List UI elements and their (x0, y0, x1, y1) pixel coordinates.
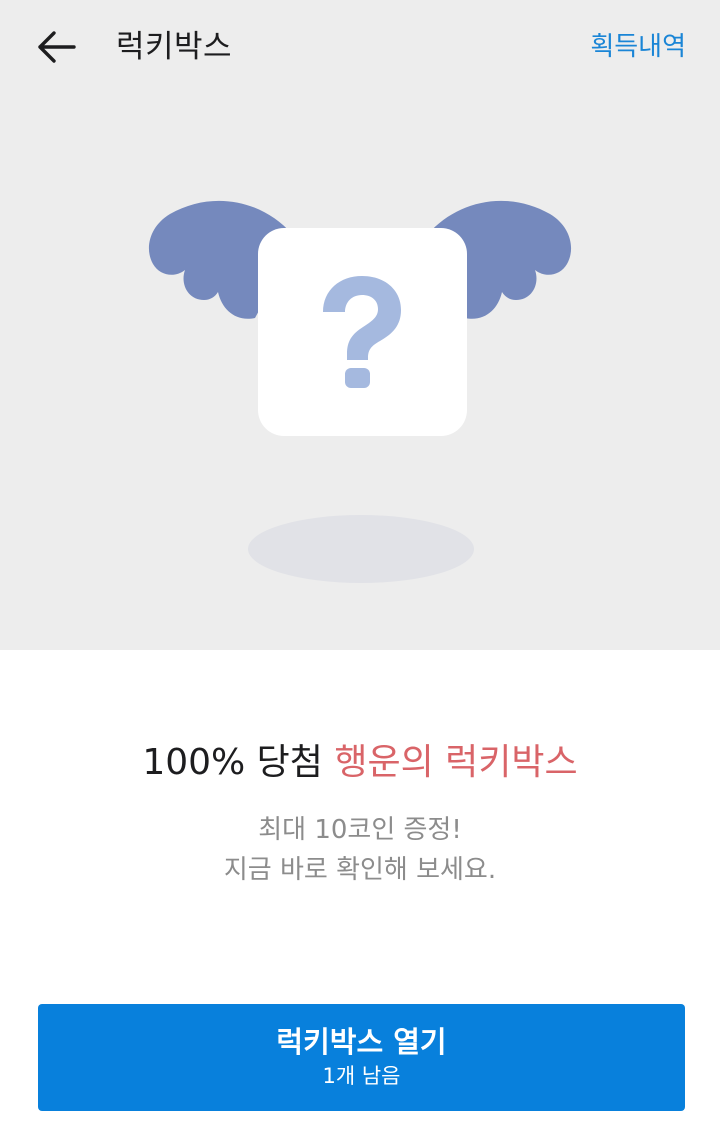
open-button-label: 럭키박스 열기 (276, 1025, 447, 1059)
subtext-line-2: 지금 바로 확인해 보세요. (223, 855, 497, 885)
top-bar: 럭키박스 획득내역 (0, 0, 720, 96)
promo-section: 100% 당첨 행운의 럭키박스 최대 10코인 증정! 지금 바로 확인해 보… (0, 650, 720, 1123)
lucky-box-screen: 럭키박스 획득내역 100% 당첨 행운의 럭키박스 최대 10코인 증정! 지… (0, 0, 720, 1123)
promo-subtext: 최대 10코인 증정! 지금 바로 확인해 보세요. (0, 810, 720, 890)
headline-highlight: 행운의 럭키박스 (334, 742, 578, 783)
promo-headline: 100% 당첨 행운의 럭키박스 (0, 740, 720, 786)
open-lucky-box-button[interactable]: 럭키박스 열기 1개 남음 (38, 1004, 685, 1111)
page-title: 럭키박스 (116, 29, 233, 65)
headline-prefix: 100% 당첨 (142, 742, 323, 783)
hero-area: 럭키박스 획득내역 (0, 0, 720, 650)
history-link[interactable]: 획득내역 (590, 30, 686, 64)
remaining-count: 1개 남음 (322, 1064, 401, 1088)
back-button[interactable] (28, 24, 84, 70)
winged-mystery-box-illustration (148, 200, 572, 583)
subtext-line-1: 최대 10코인 증정! (258, 815, 462, 845)
box-shadow (248, 515, 474, 583)
arrow-left-icon (38, 31, 76, 63)
